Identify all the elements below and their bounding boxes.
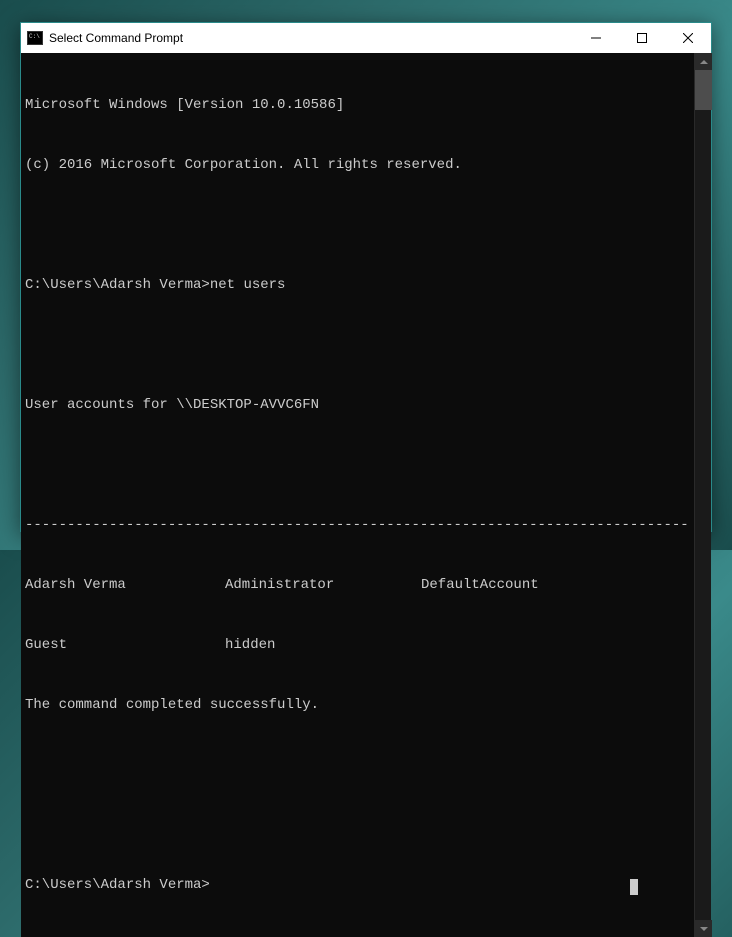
command-prompt-window: Select Command Prompt Microsoft Windows … [20, 22, 712, 532]
terminal-content[interactable]: Microsoft Windows [Version 10.0.10586] (… [21, 53, 694, 937]
minimize-icon [591, 33, 601, 43]
blank-line [25, 215, 690, 235]
users-row: Adarsh VermaAdministratorDefaultAccount [25, 575, 690, 595]
blank-line [25, 455, 690, 475]
titlebar[interactable]: Select Command Prompt [21, 23, 711, 53]
version-line: Microsoft Windows [Version 10.0.10586] [25, 95, 690, 115]
window-title: Select Command Prompt [49, 31, 573, 45]
prompt-path: C:\Users\Adarsh Verma> [25, 877, 210, 893]
cursor [630, 879, 638, 895]
cmd-icon [27, 31, 43, 45]
accounts-header: User accounts for \\DESKTOP-AVVC6FN [25, 395, 690, 415]
users-row: Guesthidden [25, 635, 690, 655]
user-account: Guest [25, 635, 225, 655]
blank-line [25, 335, 690, 355]
divider-line: ----------------------------------------… [25, 515, 690, 535]
command-input: net users [210, 277, 286, 293]
chevron-up-icon [700, 60, 708, 64]
user-account: DefaultAccount [421, 575, 601, 595]
vertical-scrollbar[interactable] [694, 53, 711, 937]
chevron-down-icon [700, 927, 708, 931]
maximize-icon [637, 33, 647, 43]
scrollbar-up-button[interactable] [695, 53, 712, 70]
blank-line [25, 755, 690, 775]
prompt-line: C:\Users\Adarsh Verma>net users [25, 275, 690, 295]
window-controls [573, 23, 711, 53]
close-icon [683, 33, 693, 43]
user-account: Adarsh Verma [25, 575, 225, 595]
minimize-button[interactable] [573, 23, 619, 53]
completion-message: The command completed successfully. [25, 695, 690, 715]
blank-line [25, 815, 690, 835]
close-button[interactable] [665, 23, 711, 53]
terminal-area: Microsoft Windows [Version 10.0.10586] (… [21, 53, 711, 937]
user-account: hidden [225, 635, 421, 655]
scrollbar-thumb[interactable] [695, 70, 712, 110]
maximize-button[interactable] [619, 23, 665, 53]
prompt-path: C:\Users\Adarsh Verma> [25, 277, 210, 293]
user-account: Administrator [225, 575, 421, 595]
prompt-line: C:\Users\Adarsh Verma> [25, 875, 690, 895]
scrollbar-down-button[interactable] [695, 920, 712, 937]
copyright-line: (c) 2016 Microsoft Corporation. All righ… [25, 155, 690, 175]
